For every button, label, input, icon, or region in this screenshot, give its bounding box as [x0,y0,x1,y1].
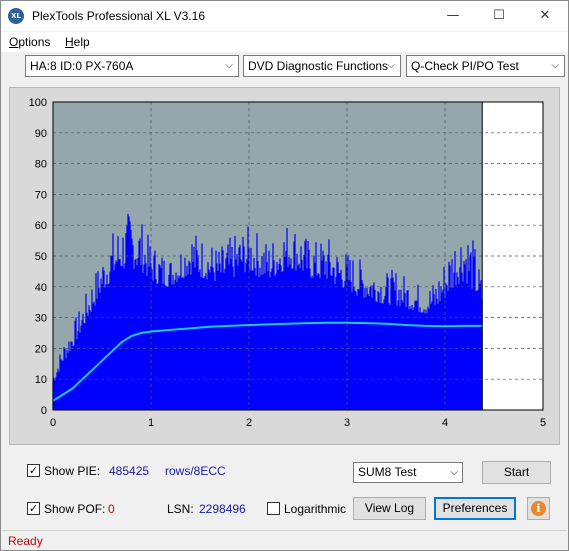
function-select[interactable]: DVD Diagnostic Functions ⌵ [243,55,401,77]
chevron-down-icon: ⌵ [551,60,559,71]
status-text: Ready [8,534,43,548]
info-button[interactable]: i [527,497,550,520]
menu-options-label: ptions [18,35,51,49]
y-tick-label: 30 [35,313,47,325]
y-tick-label: 0 [41,405,47,417]
toolbar: HA:8 ID:0 PX-760A ⌵ DVD Diagnostic Funct… [1,52,568,83]
x-tick-label: 4 [442,417,448,429]
status-bar: Ready [2,530,567,550]
show-pie-checkbox[interactable]: ✓ [27,464,40,477]
minimize-button[interactable]: — [430,1,476,31]
x-tick-label: 0 [50,417,56,429]
show-pof-checkbox[interactable]: ✓ [27,502,40,515]
chevron-down-icon: ⌵ [387,60,395,71]
controls-panel: ✓ Show PIE: 485425 rows/8ECC ✓ Show POF:… [9,453,560,525]
x-tick-label: 3 [344,417,350,429]
chart-panel: 0 10 20 30 40 50 60 70 80 90 100 0 1 2 3 4 5 [9,87,560,445]
maximize-button[interactable]: ☐ [476,1,522,31]
y-tick-label: 80 [35,159,47,171]
drive-select-value: HA:8 ID:0 PX-760A [30,59,134,73]
y-tick-label: 40 [35,282,47,294]
lsn-value: 2298496 [199,502,246,516]
sum8-select[interactable]: SUM8 Test ⌵ [353,462,463,483]
menu-help[interactable]: Help [65,35,90,49]
test-select-value: Q-Check PI/PO Test [411,59,519,73]
chevron-down-icon: ⌵ [450,467,458,478]
title-bar[interactable]: XL PlexTools Professional XL V3.16 — ☐ ✕ [1,1,568,31]
preferences-button[interactable]: Preferences [434,497,516,520]
menu-help-mnemonic: H [65,35,74,49]
logarithmic-checkbox[interactable] [267,502,280,515]
app-window: XL PlexTools Professional XL V3.16 — ☐ ✕… [0,0,569,551]
y-tick-label: 20 [35,343,47,355]
menu-options-mnemonic: O [9,35,19,49]
drive-select[interactable]: HA:8 ID:0 PX-760A ⌵ [25,55,239,77]
function-select-value: DVD Diagnostic Functions [248,59,389,73]
y-tick-label: 10 [35,374,47,386]
show-pof-label: Show POF: [44,502,106,516]
rows-label: rows/8ECC [165,464,226,478]
menu-bar: Options Help [1,32,568,52]
x-tick-label: 5 [540,417,546,429]
sum8-select-value: SUM8 Test [358,465,417,479]
show-pof-value: 0 [108,502,115,516]
view-log-button[interactable]: View Log [353,497,426,520]
chevron-down-icon: ⌵ [225,60,233,71]
start-button[interactable]: Start [482,461,551,484]
lsn-label: LSN: [167,502,194,516]
x-tick-label: 2 [246,417,252,429]
logarithmic-label: Logarithmic [284,502,347,516]
y-tick-label: 90 [35,128,47,140]
app-logo-icon: XL [8,8,24,24]
y-tick-label: 50 [35,251,47,263]
pie-chart: 0 10 20 30 40 50 60 70 80 90 100 0 1 2 3 4 5 [29,97,546,429]
y-tick-label: 60 [35,220,47,232]
info-icon: i [531,501,546,516]
show-pie-label: Show PIE: [44,464,101,478]
show-pie-value: 485425 [109,464,150,478]
menu-help-label: elp [73,35,90,49]
window-title: PlexTools Professional XL V3.16 [32,9,205,23]
y-tick-label: 70 [35,189,47,201]
menu-options[interactable]: Options [9,35,50,49]
test-select[interactable]: Q-Check PI/PO Test ⌵ [406,55,565,77]
x-tick-label: 1 [148,417,154,429]
close-button[interactable]: ✕ [522,1,568,31]
y-tick-label: 100 [29,97,47,109]
